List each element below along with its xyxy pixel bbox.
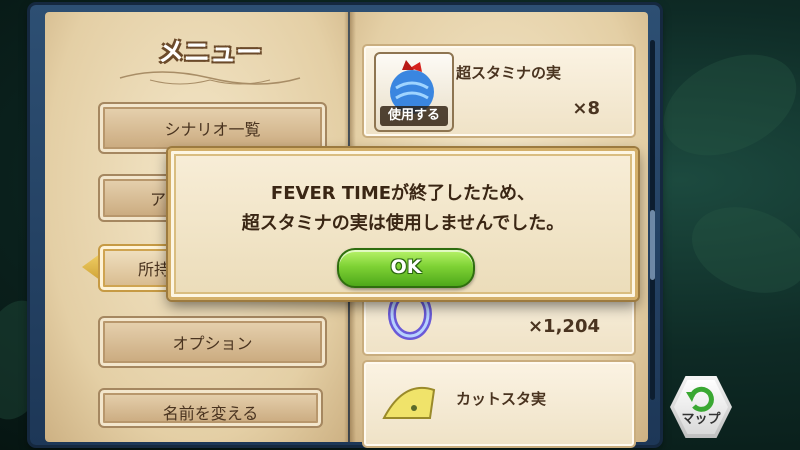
item-count: ×8 — [572, 98, 600, 119]
item-name: 超スタミナの実 — [456, 64, 562, 82]
menu-item-label: オプション — [172, 334, 253, 353]
item-card-cut-stamina[interactable]: カットスタ実 — [362, 360, 636, 448]
menu-item-label: シナリオ一覧 — [164, 120, 261, 139]
fruit-slice-icon — [382, 386, 436, 419]
use-item-button[interactable]: 使用する — [380, 106, 448, 126]
scrollbar-thumb[interactable] — [650, 210, 655, 280]
refresh-arrow-icon — [686, 386, 714, 412]
item-icon-frame: 使用する — [374, 52, 454, 132]
ok-button[interactable]: OK — [337, 248, 475, 288]
item-name: カットスタ実 — [456, 390, 547, 408]
item-list-scrollbar[interactable] — [650, 40, 655, 400]
dialog-message-line1: FEVER TIMEが終了したため、 — [270, 183, 536, 204]
menu-item-options[interactable]: オプション — [98, 316, 327, 368]
background-leaf — [647, 34, 800, 176]
menu-title: メニュー — [157, 38, 262, 68]
menu-item-scenario-list[interactable]: シナリオ一覧 — [98, 102, 327, 154]
menu-item-label: 名前を変える — [162, 404, 259, 423]
menu-item-label: ア — [150, 190, 167, 209]
map-button[interactable]: マップ — [670, 376, 732, 438]
map-button-label: マップ — [681, 412, 721, 427]
menu-item-label: 所持 — [138, 260, 171, 279]
dialog-message-line2: 超スタミナの実は使用しませんでした。 — [241, 213, 565, 234]
menu-item-rename[interactable]: 名前を変える — [98, 388, 323, 428]
notice-dialog: FEVER TIMEが終了したため、 超スタミナの実は使用しませんでした。 OK — [168, 148, 638, 300]
item-count: ×1,204 — [527, 316, 600, 337]
item-card-super-stamina[interactable]: 使用する 超スタミナの実 ×8 — [362, 44, 636, 138]
item-icon-frame — [374, 368, 450, 444]
title-flourish — [119, 71, 301, 85]
background-leaf — [679, 191, 800, 309]
